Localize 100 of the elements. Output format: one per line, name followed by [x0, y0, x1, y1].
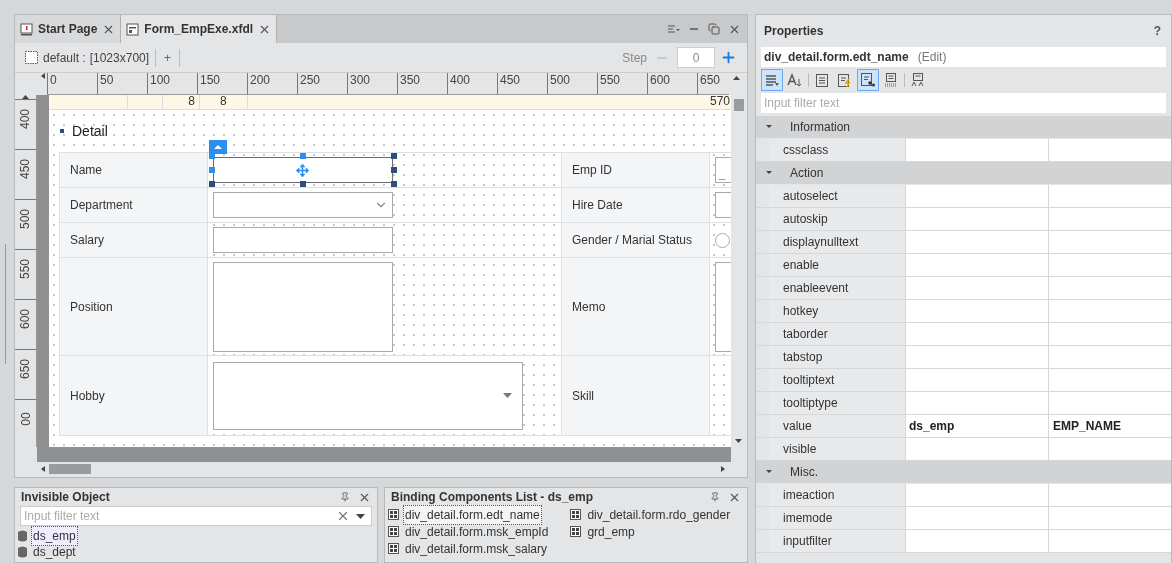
- property-name: tooltiptext: [769, 369, 905, 391]
- property-value[interactable]: ds_emp: [905, 415, 1048, 437]
- ruler-label: 300: [350, 73, 370, 87]
- caret-down-icon: [766, 124, 772, 130]
- label-cell: Position: [60, 258, 208, 356]
- add-layout-button[interactable]: +: [156, 48, 181, 67]
- clear-icon[interactable]: [336, 509, 350, 523]
- properties-icon: [816, 73, 828, 87]
- caret-down-icon: [766, 469, 772, 475]
- component-item[interactable]: div_detail.form.edt_name: [403, 504, 542, 525]
- component-icon: [570, 526, 582, 537]
- monitor-icon: [20, 22, 33, 36]
- scroll-left-icon[interactable]: [41, 73, 45, 79]
- scrollbar-thumb[interactable]: [49, 464, 91, 475]
- ruler-label: 200: [250, 73, 270, 87]
- dataset-item[interactable]: ds_emp: [31, 526, 78, 546]
- group-name: Action: [789, 165, 824, 182]
- ruler-label: 50: [100, 73, 114, 87]
- label-cell: Skill: [562, 356, 710, 436]
- header-value: 8: [188, 95, 195, 109]
- list-dropdown-icon[interactable]: [668, 24, 680, 34]
- ruler-label: 00: [18, 412, 33, 426]
- document-tab[interactable]: Start Page: [15, 15, 122, 43]
- move-icon: [296, 163, 310, 177]
- label-cell: Salary: [60, 223, 208, 258]
- help-icon[interactable]: ?: [1153, 22, 1163, 40]
- masked-field[interactable]: _: [715, 157, 731, 184]
- component-icon: [388, 543, 399, 554]
- ruler-label: 500: [550, 73, 570, 87]
- ruler-label: 450: [500, 73, 520, 87]
- group-name: Information: [789, 119, 850, 136]
- layout-name: default :: [43, 49, 86, 67]
- property-name: tabstop: [769, 346, 905, 368]
- layout-size: [1023x700]: [89, 48, 157, 67]
- text-field[interactable]: [213, 157, 393, 184]
- component-icon: [570, 509, 582, 520]
- label-cell: Gender / Marial Status: [562, 223, 710, 258]
- combo-field[interactable]: [213, 361, 523, 430]
- label-cell: Memo: [562, 258, 710, 356]
- property-name: visible: [769, 438, 905, 460]
- group-header[interactable]: Information: [756, 116, 1171, 139]
- filter-field[interactable]: Input filter text: [761, 93, 1166, 113]
- ruler-label: 350: [400, 73, 420, 87]
- pin-icon[interactable]: [340, 492, 350, 502]
- property-name: imemode: [769, 507, 905, 529]
- section-title: Detail: [72, 121, 108, 141]
- toolbar-button[interactable]: [761, 69, 783, 91]
- scrollbar-thumb[interactable]: [734, 99, 744, 112]
- property-value[interactable]: EMP_NAME: [1048, 415, 1171, 437]
- toolbar-button[interactable]: [857, 69, 879, 91]
- ruler-label: 400: [18, 109, 33, 130]
- group-header[interactable]: Misc.: [756, 461, 1171, 484]
- property-name: value: [769, 415, 905, 437]
- header-value: 8: [220, 95, 227, 109]
- property-name: tooltiptype: [769, 392, 905, 414]
- object-name: div_detail.form.edt_name: [764, 49, 909, 66]
- step-label: Step: [622, 49, 647, 67]
- accessibility-icon: [911, 73, 925, 87]
- collapse-handle[interactable]: [209, 140, 227, 155]
- resize-handle[interactable]: [300, 181, 306, 188]
- alphabetical-sort-icon: [787, 73, 803, 87]
- pin-icon[interactable]: [710, 492, 720, 502]
- caret-up-icon: [214, 145, 222, 150]
- scroll-right-icon[interactable]: [721, 466, 725, 473]
- ruler-label: 100: [150, 73, 170, 87]
- step-field[interactable]: 0: [677, 47, 715, 68]
- dotted-frame-icon: [25, 51, 38, 64]
- group-header[interactable]: Action: [756, 162, 1171, 185]
- ruler-label: 600: [18, 309, 33, 330]
- combo-field[interactable]: [213, 192, 393, 219]
- object-type: (Edit): [917, 49, 947, 66]
- label-cell: Emp ID: [562, 153, 710, 188]
- document-tab[interactable]: Form_EmpExe.xfdl: [121, 15, 278, 43]
- init-icon: [884, 73, 898, 87]
- ruler-label: 500: [18, 209, 33, 230]
- ruler-label: 0: [50, 73, 57, 87]
- property-name: autoskip: [769, 208, 905, 230]
- text-field[interactable]: [213, 227, 393, 254]
- restore-icon[interactable]: [708, 23, 720, 35]
- dropdown-arrow-icon: [503, 393, 512, 399]
- scroll-down-icon[interactable]: [735, 439, 743, 444]
- plus-icon[interactable]: [720, 49, 737, 66]
- text-area[interactable]: [213, 261, 393, 352]
- database-icon: [18, 546, 27, 558]
- resize-handle[interactable]: [300, 153, 306, 160]
- property-name: imeaction: [769, 484, 905, 506]
- property-name: enableevent: [769, 277, 905, 299]
- scroll-left-icon[interactable]: [41, 466, 45, 473]
- property-name: autoselect: [769, 185, 905, 207]
- property-name: inputfilter: [769, 530, 905, 552]
- label-cell: Name: [60, 153, 208, 188]
- ruler-label: 550: [18, 259, 33, 280]
- panel-title: Invisible Object: [21, 489, 110, 506]
- scroll-up-icon[interactable]: [733, 76, 741, 80]
- dropdown-arrow-icon[interactable]: [356, 513, 365, 519]
- ruler-label: 150: [200, 73, 220, 87]
- ruler-label: 650: [700, 73, 720, 87]
- ruler-label: 450: [18, 159, 33, 180]
- database-icon: [18, 530, 27, 542]
- radio-button[interactable]: [715, 232, 730, 248]
